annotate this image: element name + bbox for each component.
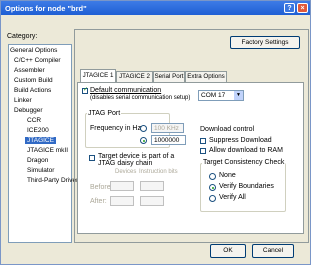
- tree-item-general-options[interactable]: General Options: [10, 47, 57, 54]
- help-icon[interactable]: ?: [284, 3, 295, 13]
- tree-item-assembler[interactable]: Assembler: [14, 67, 45, 74]
- tree-item-c-compiler[interactable]: C/C++ Compiler: [14, 57, 61, 64]
- tree-item-ice200[interactable]: ICE200: [27, 127, 49, 134]
- com-port-value: COM 17: [201, 92, 226, 99]
- cancel-button[interactable]: Cancel: [252, 244, 294, 258]
- tree-item-linker[interactable]: Linker: [14, 97, 32, 104]
- consistency-group-label: Target Consistency Check: [202, 159, 286, 166]
- tree-item-jtagice-mkii[interactable]: JTAGICE mkII: [27, 147, 68, 154]
- category-tree[interactable]: General Options C/C++ Compiler Assembler…: [8, 44, 78, 243]
- default-communication-note: (disables serial communication setup): [90, 95, 191, 101]
- tree-item-jtagice[interactable]: JTAGICE: [25, 137, 56, 144]
- frequency-input[interactable]: 1000000: [151, 135, 186, 145]
- frequency-custom-radio[interactable]: [140, 137, 147, 144]
- com-port-select[interactable]: COM 17 ▼: [198, 90, 244, 101]
- daisy-chain-label-1: Target device is part of a: [98, 153, 175, 160]
- options-dialog: Options for node "brd" ? × Category: Gen…: [0, 0, 311, 265]
- tab-jtagice-2[interactable]: JTAGICE 2: [116, 71, 153, 82]
- daisy-chain-checkbox[interactable]: [89, 155, 95, 161]
- jtag-port-group-label: JTAG Port: [87, 110, 122, 117]
- verify-all-label: Verify All: [219, 194, 246, 201]
- consistency-none-label: None: [219, 172, 236, 179]
- tab-serial-port[interactable]: Serial Port: [153, 71, 185, 82]
- ok-button[interactable]: OK: [210, 244, 246, 258]
- tree-item-ccr[interactable]: CCR: [27, 117, 41, 124]
- tree-item-third-party-driver[interactable]: Third-Party Driver: [27, 177, 78, 184]
- daisy-chain-label-2: JTAG daisy chain: [98, 160, 153, 167]
- verify-all-radio[interactable]: [209, 195, 216, 202]
- category-label: Category:: [7, 33, 38, 40]
- title-bar: Options for node "brd" ? ×: [1, 1, 310, 15]
- consistency-none-radio[interactable]: [209, 173, 216, 180]
- tree-item-custom-build[interactable]: Custom Build: [14, 77, 53, 84]
- verify-boundaries-label: Verify Boundaries: [219, 183, 274, 190]
- frequency-label: Frequency in Hz:: [90, 125, 143, 132]
- default-communication-label: Default communication: [90, 87, 162, 94]
- after-label: After:: [90, 198, 107, 205]
- instruction-bits-header: Instruction bits: [139, 169, 178, 175]
- allow-ram-label: Allow download to RAM: [209, 147, 283, 154]
- default-communication-checkbox[interactable]: [82, 86, 88, 94]
- chevron-down-icon[interactable]: ▼: [234, 91, 243, 100]
- after-devices-input[interactable]: [110, 196, 134, 206]
- tree-item-dragon[interactable]: Dragon: [27, 157, 48, 164]
- devices-header: Devices: [115, 169, 137, 175]
- factory-settings-button[interactable]: Factory Settings: [230, 36, 300, 49]
- frequency-preset-radio[interactable]: [140, 125, 147, 132]
- before-devices-input[interactable]: [110, 181, 134, 191]
- tree-item-build-actions[interactable]: Build Actions: [14, 87, 51, 94]
- tree-item-simulator[interactable]: Simulator: [27, 167, 54, 174]
- verify-boundaries-radio[interactable]: [209, 184, 216, 191]
- download-control-label: Download control: [200, 126, 255, 133]
- frequency-preset-select[interactable]: 100 KHz: [151, 123, 184, 133]
- tab-jtagice-1[interactable]: JTAGICE 1: [80, 69, 116, 82]
- suppress-download-label: Suppress Download: [209, 137, 272, 144]
- after-bits-input[interactable]: [140, 196, 164, 206]
- suppress-download-checkbox[interactable]: [200, 138, 206, 144]
- tab-extra-options[interactable]: Extra Options: [185, 71, 227, 82]
- allow-ram-checkbox[interactable]: [200, 148, 206, 154]
- close-icon[interactable]: ×: [297, 3, 308, 13]
- window-title: Options for node "brd": [5, 4, 87, 13]
- tree-item-debugger[interactable]: Debugger: [14, 107, 43, 114]
- before-bits-input[interactable]: [140, 181, 164, 191]
